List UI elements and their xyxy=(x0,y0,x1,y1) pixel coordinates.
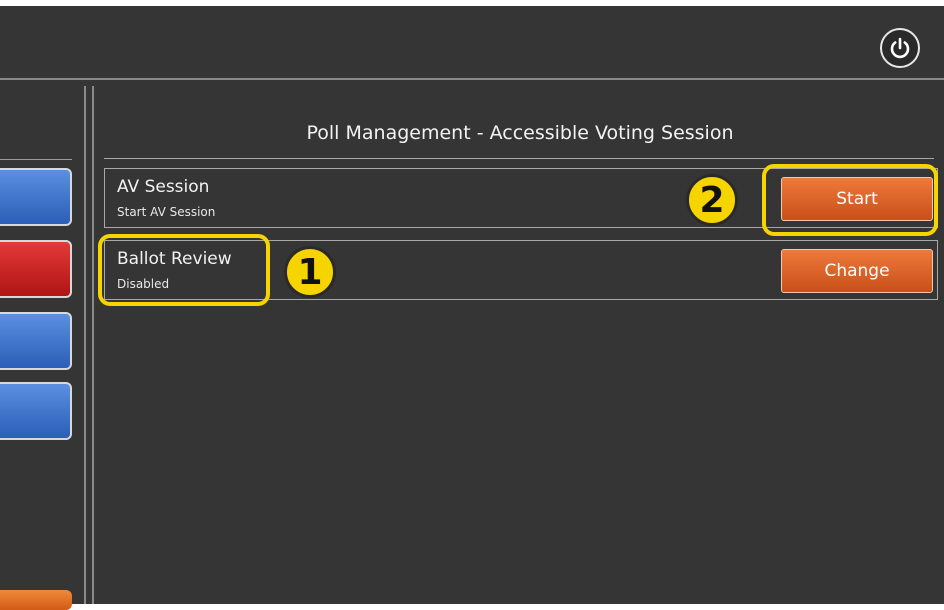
start-button-highlight xyxy=(762,164,938,236)
title-divider xyxy=(104,158,934,159)
left-menu-button-1[interactable] xyxy=(0,168,72,226)
change-button[interactable]: Change xyxy=(781,249,933,293)
left-menu-button-5[interactable] xyxy=(0,590,72,610)
left-menu-button-3[interactable] xyxy=(0,312,72,370)
left-panel-divider xyxy=(0,159,72,160)
row-name: AV Session xyxy=(117,177,210,197)
left-menu-button-2[interactable] xyxy=(0,240,72,298)
callout-badge-2: 2 xyxy=(686,174,738,226)
left-menu-button-4[interactable] xyxy=(0,382,72,440)
row-status: Start AV Session xyxy=(117,205,216,219)
app-screen: Poll Management - Accessible Voting Sess… xyxy=(0,6,944,610)
top-bar xyxy=(0,6,944,80)
panel-title: Poll Management - Accessible Voting Sess… xyxy=(306,122,734,144)
power-icon xyxy=(890,37,910,59)
power-button[interactable] xyxy=(880,28,920,68)
ballot-review-highlight xyxy=(98,234,270,306)
left-menu-panel xyxy=(0,86,86,610)
callout-badge-1: 1 xyxy=(284,246,336,298)
